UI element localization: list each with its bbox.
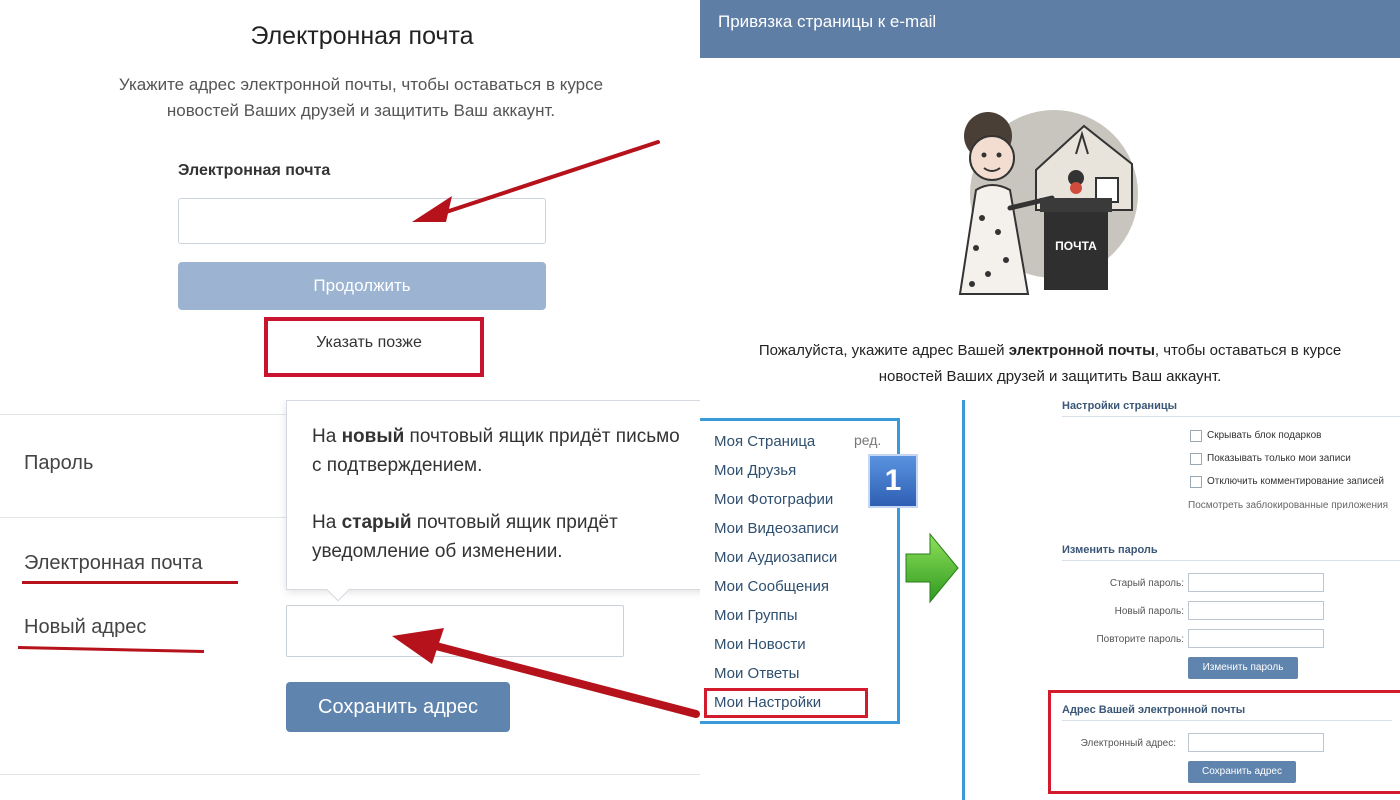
red-arrow-annotation (412, 140, 660, 222)
checkbox-label: Показывать только мои записи (1207, 453, 1351, 464)
change-password-button[interactable]: Изменить пароль (1188, 657, 1298, 679)
divider (1062, 416, 1400, 417)
mailbox-label: ПОЧТА (1055, 239, 1097, 253)
checkbox-label: Отключить комментирование записей (1207, 476, 1385, 487)
menu-item-groups[interactable]: Мои Группы (714, 607, 798, 624)
email-binding-panel: Привязка страницы к e-mail ПОЧТА Пожалуй… (700, 0, 1400, 400)
hide-gifts-checkbox[interactable] (1190, 430, 1202, 442)
underline-annotation (22, 581, 238, 584)
new-password-label: Новый пароль: (1114, 606, 1184, 617)
menu-item-videos[interactable]: Мои Видеозаписи (714, 520, 839, 537)
arrow-right-icon (905, 532, 959, 604)
menu-item-audio[interactable]: Мои Аудиозаписи (714, 549, 837, 566)
menu-item-answers[interactable]: Мои Ответы (714, 665, 799, 682)
menu-item-messages[interactable]: Мои Сообщения (714, 578, 829, 595)
checkbox-label: Скрывать блок подарков (1207, 430, 1322, 441)
step-badge: 1 (868, 454, 918, 508)
email-label: Электронная почта (24, 552, 203, 574)
email-address-input[interactable] (1188, 733, 1324, 752)
new-address-label: Новый адрес (24, 616, 147, 638)
highlight-frame (264, 317, 484, 377)
divider (1062, 560, 1400, 561)
old-password-input[interactable] (1188, 573, 1324, 592)
repeat-password-label: Повторите пароль: (1096, 634, 1184, 645)
edit-link[interactable]: ред. (854, 432, 881, 448)
underline-annotation (17, 646, 205, 653)
only-my-posts-checkbox[interactable] (1190, 453, 1202, 465)
menu-item-photos[interactable]: Мои Фотографии (714, 491, 833, 508)
new-password-input[interactable] (1188, 601, 1324, 620)
red-arrow-annotation (392, 628, 700, 718)
highlight-frame (704, 688, 868, 718)
section-title: Настройки страницы (1062, 400, 1177, 412)
menu-item-friends[interactable]: Мои Друзья (714, 462, 796, 479)
save-email-button[interactable]: Сохранить адрес (1188, 761, 1296, 783)
vk-settings-panel: Моя Страница Мои Друзья Мои Фотографии М… (700, 400, 1400, 800)
email-prompt-panel: Электронная почта Укажите адрес электрон… (0, 0, 700, 400)
old-password-label: Старый пароль: (1109, 578, 1184, 589)
section-title: Адрес Вашей электронной почты (1062, 704, 1246, 716)
mail-lady-illustration: ПОЧТА (958, 110, 1138, 295)
tooltip-text-new: На новый почтовый ящик придёт письмо с п… (312, 426, 680, 476)
section-title: Изменить пароль (1062, 544, 1158, 556)
email-address-label: Электронный адрес: (1080, 738, 1176, 749)
email-field-label: Электронная почта (178, 162, 331, 179)
page-title: Электронная почта (250, 22, 474, 50)
password-label: Пароль (24, 452, 94, 474)
continue-button[interactable]: Продолжить (178, 262, 546, 310)
menu-item-news[interactable]: Мои Новости (714, 636, 806, 653)
header-title: Привязка страницы к e-mail (718, 12, 937, 31)
divider (0, 774, 700, 775)
description: Укажите адрес электронной почты, чтобы о… (118, 75, 604, 120)
change-email-panel: Пароль Электронная почта Новый адрес На … (0, 400, 700, 800)
menu-item-my-page[interactable]: Моя Страница (714, 433, 815, 450)
binding-description: Пожалуйста, укажите адрес Вашей электрон… (758, 342, 1342, 385)
tooltip-text-old: На старый почтовый ящик придёт уведомлен… (312, 512, 618, 562)
blocked-apps-link[interactable]: Посмотреть заблокированные приложения (1188, 500, 1388, 511)
repeat-password-input[interactable] (1188, 629, 1324, 648)
divider (1062, 720, 1392, 721)
disable-comments-checkbox[interactable] (1190, 476, 1202, 488)
